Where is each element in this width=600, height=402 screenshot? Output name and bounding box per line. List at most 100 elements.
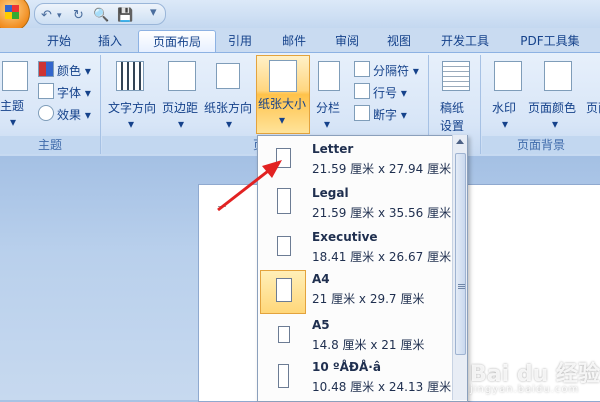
undo-icon[interactable]: ↶: [41, 8, 52, 23]
text-direction-button[interactable]: 文字方向: [108, 99, 156, 116]
theme-colors-button[interactable]: 颜色 ▾: [38, 61, 91, 79]
theme-fonts-icon: [38, 83, 54, 99]
watermark-button[interactable]: 水印: [492, 99, 516, 116]
line-numbers-label: 行号: [373, 86, 398, 100]
paper-size-dimensions: 10.48 厘米 x 24.13 厘米: [312, 380, 452, 394]
theme-effects-button[interactable]: 效果 ▾: [38, 105, 91, 123]
hyphenation-label: 断字: [373, 108, 398, 122]
letter-page-icon-box: [260, 140, 304, 182]
tab-insert[interactable]: 插入: [88, 30, 132, 52]
paper-size-name: 10 ºÅĐÅ·â: [312, 360, 381, 374]
customize-qat-icon[interactable]: ▾: [150, 5, 157, 20]
columns-dropdown-icon[interactable]: ▾: [324, 117, 330, 131]
manuscript-icon: [442, 61, 470, 91]
print-preview-icon[interactable]: 🔍: [93, 8, 109, 23]
paper-size-name: Legal: [312, 186, 349, 200]
paper-size-label: 纸张大小: [258, 97, 307, 111]
legal-page-icon: [277, 188, 291, 214]
paper-size-option-envelope-10[interactable]: 10 ºÅĐÅ·â 10.48 厘米 x 24.13 厘米: [258, 356, 452, 402]
menu-scrollbar[interactable]: [452, 135, 467, 400]
page-color-button[interactable]: 页面颜色: [528, 99, 576, 116]
paper-size-option-letter[interactable]: Letter 21.59 厘米 x 27.94 厘米: [258, 138, 452, 184]
paper-size-dropdown-icon: ▾: [279, 113, 286, 127]
scroll-grip-icon: [458, 284, 465, 290]
tab-developer[interactable]: 开发工具: [430, 30, 500, 52]
envelope-page-icon: [278, 364, 289, 388]
undo-dropdown-icon[interactable]: ▾: [57, 11, 62, 21]
theme-colors-icon: [38, 61, 54, 77]
quick-access-bar: ↶ ▾ ↻ 🔍 💾: [34, 3, 166, 25]
page-color-icon: [544, 61, 572, 91]
orientation-dropdown-icon[interactable]: ▾: [226, 117, 232, 131]
theme-effects-icon: [38, 105, 54, 121]
theme-group: 主题 ▾ 颜色 ▾ 字体 ▾ 效果 ▾ 主题: [0, 55, 101, 154]
tab-home[interactable]: 开始: [34, 30, 84, 52]
office-logo-icon: [5, 5, 19, 19]
a5-page-icon: [278, 326, 290, 343]
paper-size-name: Executive: [312, 230, 378, 244]
legal-page-icon-box: [260, 184, 304, 226]
paper-size-button[interactable]: 纸张大小 ▾: [256, 55, 310, 134]
orientation-icon: [216, 63, 240, 89]
quick-access-toolbar: ↶ ▾ ↻ 🔍 💾 ▾: [0, 0, 600, 32]
margins-icon: [168, 61, 196, 91]
tab-references[interactable]: 引用: [218, 30, 262, 52]
paper-size-name: A5: [312, 318, 330, 332]
paper-size-dimensions: 21 厘米 x 29.7 厘米: [312, 292, 425, 306]
line-numbers-icon: [354, 83, 370, 99]
breaks-label: 分隔符: [373, 64, 410, 78]
paper-size-option-legal[interactable]: Legal 21.59 厘米 x 35.56 厘米: [258, 182, 452, 228]
margins-button[interactable]: 页边距: [162, 99, 198, 116]
ribbon-tabs: 开始 插入 页面布局 引用 邮件 审阅 视图 开发工具 PDF工具集: [0, 28, 600, 53]
watermark-icon: [494, 61, 522, 91]
paper-size-option-a4[interactable]: A4 21 厘米 x 29.7 厘米: [258, 268, 452, 314]
themes-button[interactable]: 主题: [0, 97, 24, 114]
tab-view[interactable]: 视图: [376, 30, 422, 52]
paper-size-icon: [269, 60, 297, 92]
page-color-dropdown-icon[interactable]: ▾: [552, 117, 558, 131]
paper-size-option-executive[interactable]: Executive 18.41 厘米 x 26.67 厘米: [258, 226, 452, 272]
theme-group-label: 主题: [0, 136, 100, 154]
theme-effects-label: 效果: [57, 108, 82, 122]
scrollbar-thumb[interactable]: [455, 153, 466, 355]
letter-page-icon: [276, 148, 291, 168]
text-direction-icon: [116, 61, 144, 91]
save-icon[interactable]: 💾: [117, 8, 133, 23]
page-background-group-label: 页面背景: [482, 136, 600, 154]
columns-icon: [318, 61, 340, 91]
paper-size-option-a5[interactable]: A5 14.8 厘米 x 21 厘米: [258, 314, 452, 360]
themes-icon: [2, 61, 28, 91]
columns-button[interactable]: 分栏: [316, 99, 340, 116]
a5-page-icon-box: [260, 316, 304, 358]
a4-page-icon-box: [260, 270, 306, 314]
text-direction-dropdown-icon[interactable]: ▾: [128, 117, 134, 131]
scroll-up-icon[interactable]: [456, 139, 464, 144]
manuscript-setup-label: 设置: [440, 119, 465, 133]
page-borders-button[interactable]: 页面边: [586, 99, 600, 116]
tab-mailings[interactable]: 邮件: [272, 30, 316, 52]
hyphenation-icon: [354, 105, 370, 121]
text-cursor-mark: [218, 206, 226, 207]
a4-page-icon: [276, 278, 292, 302]
watermark-dropdown-icon[interactable]: ▾: [502, 117, 508, 131]
hyphenation-button[interactable]: 断字 ▾: [354, 105, 407, 123]
tab-review[interactable]: 审阅: [324, 30, 370, 52]
paper-size-dimensions: 14.8 厘米 x 21 厘米: [312, 338, 425, 352]
breaks-button[interactable]: 分隔符 ▾: [354, 61, 419, 79]
breaks-icon: [354, 61, 370, 77]
manuscript-button[interactable]: 稿纸: [440, 99, 464, 116]
theme-fonts-button[interactable]: 字体 ▾: [38, 83, 91, 101]
themes-dropdown-icon[interactable]: ▾: [10, 115, 16, 129]
redo-icon[interactable]: ↻: [73, 8, 84, 23]
margins-dropdown-icon[interactable]: ▾: [178, 117, 184, 131]
paper-size-dimensions: 18.41 厘米 x 26.67 厘米: [312, 250, 452, 264]
orientation-button[interactable]: 纸张方向: [204, 99, 252, 116]
tab-page-layout[interactable]: 页面布局: [138, 30, 216, 53]
theme-fonts-label: 字体: [57, 86, 82, 100]
paper-size-name: Letter: [312, 142, 354, 156]
envelope-page-icon-box: [260, 358, 304, 400]
line-numbers-button[interactable]: 行号 ▾: [354, 83, 407, 101]
paper-size-dimensions: 21.59 厘米 x 27.94 厘米: [312, 162, 452, 176]
tab-pdf-tools[interactable]: PDF工具集: [510, 30, 590, 52]
paper-size-name: A4: [312, 272, 330, 286]
